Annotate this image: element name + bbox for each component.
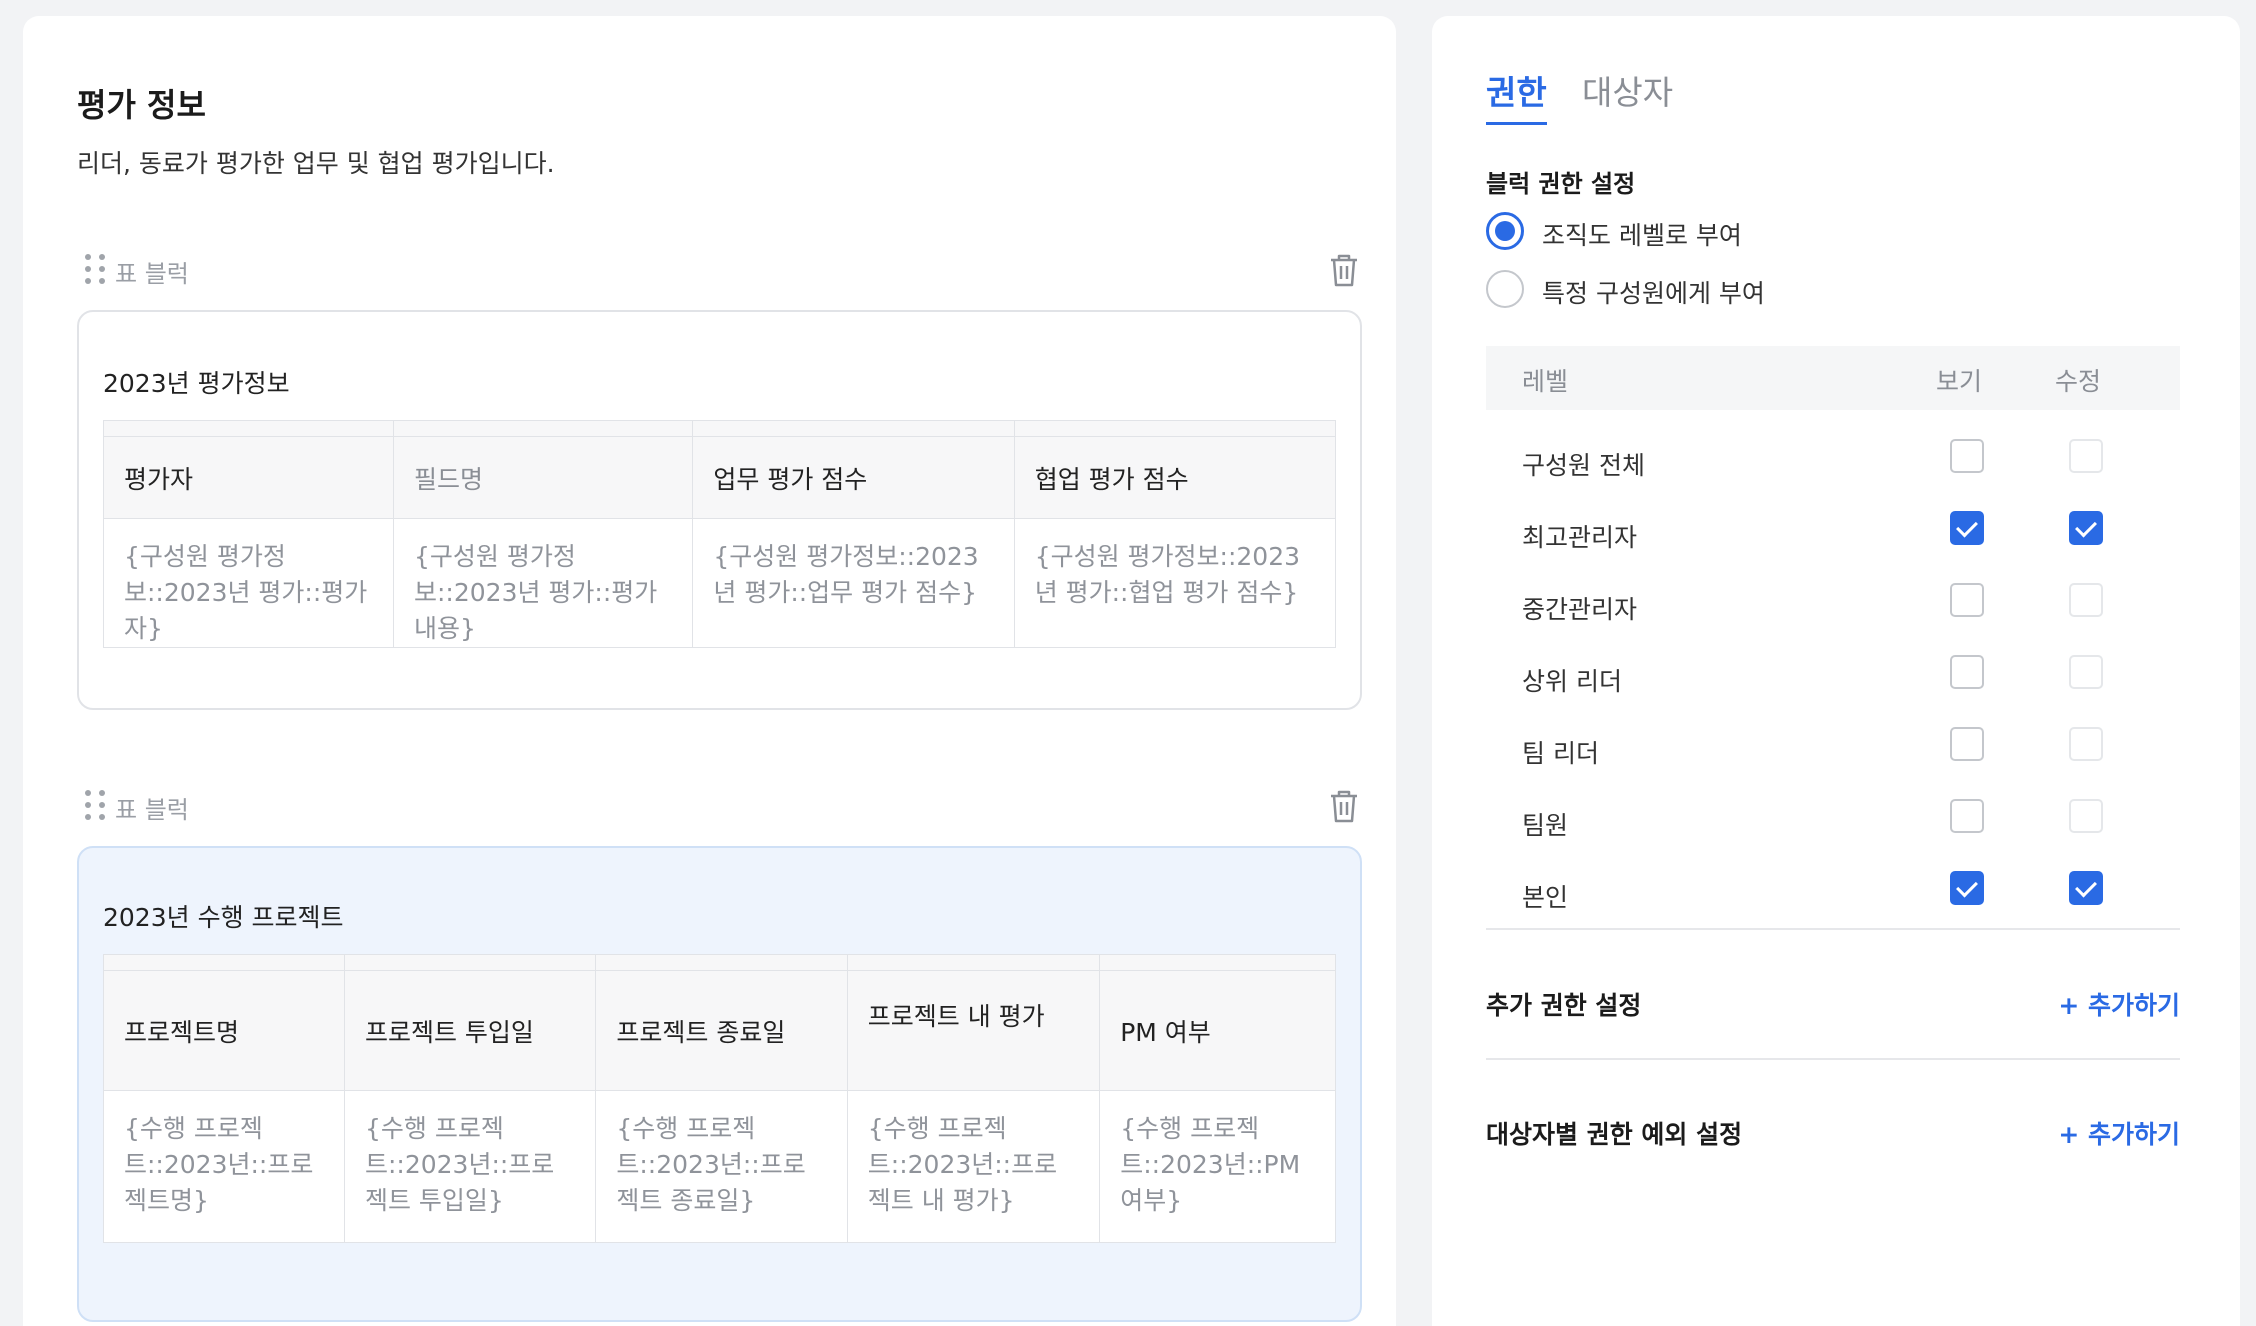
block-editor-panel: 평가 정보 리더, 동료가 평가한 업무 및 협업 평가입니다. 표 블럭 20… (23, 16, 1396, 1326)
table-header-cell: 업무 평가 점수 (692, 436, 1015, 519)
page-description: 리더, 동료가 평가한 업무 및 협업 평가입니다. (77, 149, 555, 178)
permission-heading: 블럭 권한 설정 (1486, 170, 1636, 198)
permission-row: 구성원 전체 (1486, 436, 2180, 486)
edit-checkbox (2069, 799, 2103, 833)
table-header-row: 평가자 필드명 업무 평가 점수 협업 평가 점수 (103, 436, 1337, 519)
radio-label: 조직도 레벨로 부여 (1542, 221, 1742, 250)
add-exception-button[interactable]: + 추가하기 (2058, 1115, 2180, 1151)
column-header-level: 레벨 (1522, 367, 1569, 396)
permission-row: 팀 리더 (1486, 724, 2180, 774)
view-checkbox[interactable] (1950, 511, 1984, 545)
tab-permissions[interactable]: 권한 (1486, 66, 1547, 125)
table-cell: {수행 프로젝트::2023년::프로젝트 투입일} (343, 1090, 597, 1243)
view-checkbox[interactable] (1950, 655, 1984, 689)
table-header-cell: PM 여부 (1099, 970, 1336, 1091)
level-name: 팀 리더 (1522, 739, 1599, 768)
table-header-row: 프로젝트명 프로젝트 투입일 프로젝트 종료일 프로젝트 내 평가 PM 여부 (103, 970, 1336, 1091)
block-header-1: 표 블럭 (85, 248, 1361, 292)
block-type-label: 표 블럭 (115, 260, 189, 288)
level-name: 중간관리자 (1522, 595, 1638, 624)
table-block-2[interactable]: 2023년 수행 프로젝트 프로젝트명 프로젝트 투입일 프로젝트 종료일 프로… (77, 846, 1362, 1322)
radio-button[interactable] (1486, 270, 1524, 308)
level-name: 상위 리더 (1522, 667, 1622, 696)
edit-checkbox[interactable] (2069, 511, 2103, 545)
table-header-cell: 평가자 (103, 436, 394, 519)
level-name: 본인 (1522, 883, 1569, 912)
table-cell: {수행 프로젝트::2023년::프로젝트명} (103, 1090, 345, 1243)
level-name: 팀원 (1522, 811, 1569, 840)
table-cell: {수행 프로젝트::2023년::프로젝트 종료일} (595, 1090, 848, 1243)
view-checkbox[interactable] (1950, 727, 1984, 761)
radio-button[interactable] (1486, 212, 1524, 250)
table-spacer-row (103, 954, 1336, 971)
settings-panel: 권한 대상자 블럭 권한 설정 조직도 레벨로 부여 특정 구성원에게 부여 레… (1432, 16, 2240, 1326)
table-cell: {구성원 평가정보::2023년 평가::협업 평가 점수} (1013, 518, 1337, 648)
table-cell: {구성원 평가정보::2023년 평가::평가자} (103, 518, 394, 648)
edit-checkbox[interactable] (2069, 871, 2103, 905)
permission-table-header: 레벨 보기 수정 (1486, 346, 2180, 410)
level-name: 최고관리자 (1522, 523, 1638, 552)
permission-row: 중간관리자 (1486, 580, 2180, 630)
edit-checkbox (2069, 583, 2103, 617)
permission-row: 본인 (1486, 868, 2180, 918)
trash-icon[interactable] (1327, 252, 1361, 288)
view-checkbox[interactable] (1950, 871, 1984, 905)
radio-label: 특정 구성원에게 부여 (1542, 279, 1765, 308)
view-checkbox[interactable] (1950, 439, 1984, 473)
divider (1486, 1058, 2180, 1060)
table-row: {수행 프로젝트::2023년::프로젝트명} {수행 프로젝트::2023년:… (103, 1090, 1336, 1243)
view-checkbox[interactable] (1950, 799, 1984, 833)
table-header-cell: 프로젝트 종료일 (595, 970, 848, 1091)
table-header-cell: 프로젝트 투입일 (343, 970, 597, 1091)
column-header-edit: 수정 (2055, 367, 2102, 396)
edit-checkbox (2069, 727, 2103, 761)
divider (1486, 928, 2180, 930)
column-header-view: 보기 (1936, 367, 1983, 396)
table-cell: {수행 프로젝트::2023년::프로젝트 내 평가} (846, 1090, 1101, 1243)
table-block-1[interactable]: 2023년 평가정보 평가자 필드명 업무 평가 점수 협업 평가 점수 {구성… (77, 310, 1362, 710)
exception-permission-row: 대상자별 권한 예외 설정 + 추가하기 (1486, 1111, 2180, 1151)
add-additional-permission-button[interactable]: + 추가하기 (2058, 986, 2180, 1022)
level-name: 구성원 전체 (1522, 451, 1645, 480)
table-header-cell: 프로젝트명 (103, 970, 345, 1091)
trash-icon[interactable] (1327, 788, 1361, 824)
block-header-2: 표 블럭 (85, 784, 1361, 828)
edit-checkbox (2069, 655, 2103, 689)
permission-row: 최고관리자 (1486, 508, 2180, 558)
table-title: 2023년 평가정보 (103, 369, 290, 398)
tab-targets[interactable]: 대상자 (1582, 66, 1673, 122)
view-checkbox[interactable] (1950, 583, 1984, 617)
permission-row: 팀원 (1486, 796, 2180, 846)
table-cell: {수행 프로젝트::2023년::PM 여부} (1099, 1090, 1336, 1243)
additional-permission-title: 추가 권한 설정 (1486, 991, 1642, 1020)
table-title: 2023년 수행 프로젝트 (103, 903, 344, 932)
drag-handle-icon[interactable] (85, 790, 107, 822)
table-header-cell: 협업 평가 점수 (1013, 436, 1337, 519)
page-title: 평가 정보 (77, 86, 206, 124)
table-row: {구성원 평가정보::2023년 평가::평가자} {구성원 평가정보::202… (103, 518, 1337, 648)
permission-row: 상위 리더 (1486, 652, 2180, 702)
radio-option-specific-member[interactable]: 특정 구성원에게 부여 (1486, 270, 1886, 310)
table-cell: {구성원 평가정보::2023년 평가::평가내용} (392, 518, 694, 648)
data-table: 평가자 필드명 업무 평가 점수 협업 평가 점수 {구성원 평가정보::202… (103, 420, 1337, 648)
table-cell: {구성원 평가정보::2023년 평가::업무 평가 점수} (692, 518, 1015, 648)
additional-permission-row: 추가 권한 설정 + 추가하기 (1486, 982, 2180, 1022)
table-header-cell: 필드명 (392, 436, 694, 519)
drag-handle-icon[interactable] (85, 254, 107, 286)
radio-option-org-level[interactable]: 조직도 레벨로 부여 (1486, 212, 1886, 252)
edit-checkbox (2069, 439, 2103, 473)
exception-permission-title: 대상자별 권한 예외 설정 (1486, 1120, 1743, 1149)
table-header-cell: 프로젝트 내 평가 (846, 970, 1101, 1091)
table-spacer-row (103, 420, 1337, 437)
data-table: 프로젝트명 프로젝트 투입일 프로젝트 종료일 프로젝트 내 평가 PM 여부 … (103, 954, 1336, 1243)
block-type-label: 표 블럭 (115, 796, 189, 824)
